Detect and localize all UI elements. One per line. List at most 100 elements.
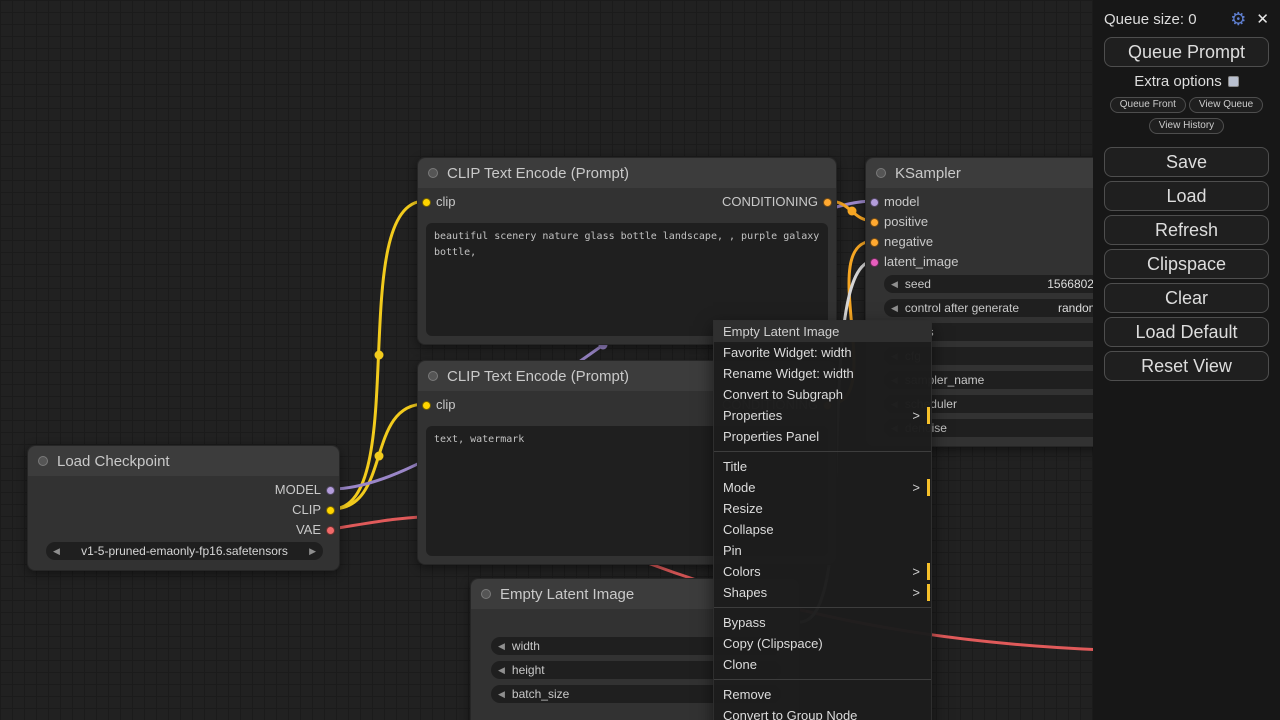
node-load-checkpoint[interactable]: Load Checkpoint MODEL CLIP VAE ◀ v1-5-pr… xyxy=(27,445,340,571)
menu-item-collapse[interactable]: Collapse xyxy=(714,519,931,540)
seed-widget[interactable]: ◀ seed 1566802087 xyxy=(884,275,1128,293)
view-history-button[interactable]: View History xyxy=(1149,118,1224,134)
menu-item-colors[interactable]: Colors > xyxy=(714,561,931,582)
refresh-button[interactable]: Refresh xyxy=(1104,215,1269,245)
ckpt-name-widget[interactable]: ◀ v1-5-pruned-emaonly-fp16.safetensors ▶ xyxy=(46,542,323,560)
menu-item-convert-to-subgraph[interactable]: Convert to Subgraph xyxy=(714,384,931,405)
menu-item-shapes[interactable]: Shapes > xyxy=(714,582,931,603)
input-label-negative: negative xyxy=(884,232,933,252)
view-queue-button[interactable]: View Queue xyxy=(1189,97,1263,113)
node-title-bar[interactable]: Load Checkpoint xyxy=(28,446,339,476)
arrow-right-icon[interactable]: ▶ xyxy=(309,546,316,557)
node-collapse-icon[interactable] xyxy=(38,456,48,466)
queue-front-button[interactable]: Queue Front xyxy=(1110,97,1186,113)
submenu-arrow-icon: > xyxy=(912,564,920,579)
menu-item-remove[interactable]: Remove xyxy=(714,684,931,705)
submenu-mark-icon xyxy=(927,479,930,496)
menu-item-favorite-widget[interactable]: Favorite Widget: width xyxy=(714,342,931,363)
output-dot-model[interactable] xyxy=(326,486,335,495)
node-collapse-icon[interactable] xyxy=(428,168,438,178)
input-dot-model[interactable] xyxy=(870,198,879,207)
node-clip-text-encode-positive[interactable]: CLIP Text Encode (Prompt) clip CONDITION… xyxy=(417,157,837,345)
node-title: Load Checkpoint xyxy=(57,453,170,470)
input-label-clip: clip xyxy=(436,192,456,212)
arrow-left-icon[interactable]: ◀ xyxy=(891,303,898,314)
input-label-clip: clip xyxy=(436,395,456,415)
node-collapse-icon[interactable] xyxy=(876,168,886,178)
widget-label: height xyxy=(512,663,545,677)
save-button[interactable]: Save xyxy=(1104,147,1269,177)
menu-item-label: Properties xyxy=(723,408,782,423)
menu-item-label: Colors xyxy=(723,564,761,579)
submenu-arrow-icon: > xyxy=(912,480,920,495)
node-title: CLIP Text Encode (Prompt) xyxy=(447,368,629,385)
submenu-arrow-icon: > xyxy=(912,585,920,600)
reset-view-button[interactable]: Reset View xyxy=(1104,351,1269,381)
output-dot-clip[interactable] xyxy=(326,506,335,515)
input-dot-clip[interactable] xyxy=(422,401,431,410)
input-dot-negative[interactable] xyxy=(870,238,879,247)
node-title: Empty Latent Image xyxy=(500,586,634,603)
node-title: CLIP Text Encode (Prompt) xyxy=(447,165,629,182)
output-label-conditioning: CONDITIONING xyxy=(722,192,818,212)
link-dot xyxy=(848,207,857,216)
load-button[interactable]: Load xyxy=(1104,181,1269,211)
menu-item-label: Mode xyxy=(723,480,756,495)
arrow-left-icon[interactable]: ◀ xyxy=(53,546,60,557)
extra-options-checkbox[interactable] xyxy=(1228,76,1239,87)
menu-item-properties[interactable]: Properties > xyxy=(714,405,931,426)
context-menu-header: Empty Latent Image xyxy=(714,321,931,342)
submenu-mark-icon xyxy=(927,563,930,580)
node-title-bar[interactable]: CLIP Text Encode (Prompt) xyxy=(418,158,836,188)
arrow-left-icon[interactable]: ◀ xyxy=(891,279,898,290)
queue-prompt-button[interactable]: Queue Prompt xyxy=(1104,37,1269,67)
menu-item-mode[interactable]: Mode > xyxy=(714,477,931,498)
load-default-button[interactable]: Load Default xyxy=(1104,317,1269,347)
arrow-left-icon[interactable]: ◀ xyxy=(498,665,505,676)
output-dot-conditioning[interactable] xyxy=(823,198,832,207)
output-label-model: MODEL xyxy=(275,480,321,500)
clipspace-button[interactable]: Clipspace xyxy=(1104,249,1269,279)
submenu-mark-icon xyxy=(927,584,930,601)
menu-item-clone[interactable]: Clone xyxy=(714,654,931,675)
menu-item-bypass[interactable]: Bypass xyxy=(714,612,931,633)
widget-label: batch_size xyxy=(512,687,569,701)
node-title: KSampler xyxy=(895,165,961,182)
ckpt-name-value: v1-5-pruned-emaonly-fp16.safetensors xyxy=(60,544,309,558)
clear-button[interactable]: Clear xyxy=(1104,283,1269,313)
settings-gear-icon[interactable]: ⚙ xyxy=(1230,10,1246,28)
extra-options-label: Extra options xyxy=(1134,73,1222,90)
link-dot xyxy=(375,351,384,360)
node-collapse-icon[interactable] xyxy=(428,371,438,381)
menu-separator xyxy=(714,607,931,608)
widget-label: control after generate xyxy=(905,301,1019,315)
close-icon[interactable]: ✕ xyxy=(1256,10,1269,28)
widget-label: width xyxy=(512,639,540,653)
menu-item-rename-widget[interactable]: Rename Widget: width xyxy=(714,363,931,384)
output-dot-vae[interactable] xyxy=(326,526,335,535)
arrow-left-icon[interactable]: ◀ xyxy=(498,689,505,700)
input-dot-latent-image[interactable] xyxy=(870,258,879,267)
node-collapse-icon[interactable] xyxy=(481,589,491,599)
comfy-menu: Queue size: 0 ⚙ ✕ Queue Prompt Extra opt… xyxy=(1093,0,1280,720)
context-menu: Empty Latent Image Favorite Widget: widt… xyxy=(713,320,932,720)
graph-canvas[interactable]: Load Checkpoint MODEL CLIP VAE ◀ v1-5-pr… xyxy=(0,0,1280,720)
queue-size-label: Queue size: 0 xyxy=(1104,11,1197,28)
menu-item-title[interactable]: Title xyxy=(714,456,931,477)
menu-separator xyxy=(714,451,931,452)
input-dot-clip[interactable] xyxy=(422,198,431,207)
menu-item-properties-panel[interactable]: Properties Panel xyxy=(714,426,931,447)
input-label-model: model xyxy=(884,192,919,212)
control-after-generate-widget[interactable]: ◀ control after generate randomize xyxy=(884,299,1128,317)
widget-label: seed xyxy=(905,277,931,291)
menu-item-resize[interactable]: Resize xyxy=(714,498,931,519)
menu-item-label: Shapes xyxy=(723,585,767,600)
submenu-arrow-icon: > xyxy=(912,408,920,423)
menu-item-pin[interactable]: Pin xyxy=(714,540,931,561)
arrow-left-icon[interactable]: ◀ xyxy=(498,641,505,652)
menu-item-convert-to-group-node[interactable]: Convert to Group Node (Deprecated) xyxy=(714,705,931,720)
menu-separator xyxy=(714,679,931,680)
input-label-latent-image: latent_image xyxy=(884,252,958,272)
input-dot-positive[interactable] xyxy=(870,218,879,227)
menu-item-copy-clipspace[interactable]: Copy (Clipspace) xyxy=(714,633,931,654)
